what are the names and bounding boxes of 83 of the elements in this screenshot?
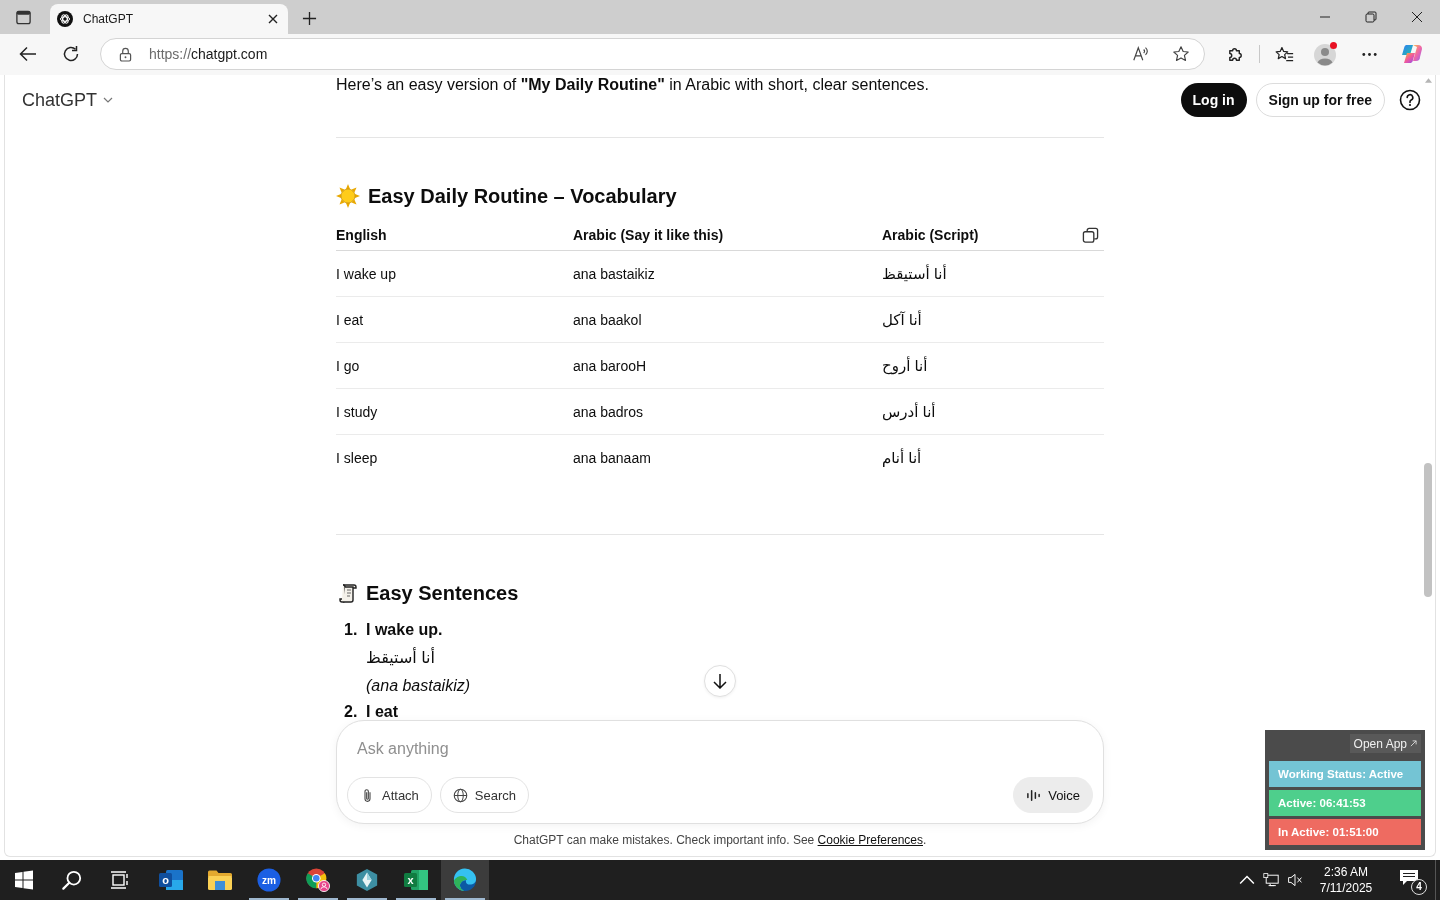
task-view-icon[interactable] [111, 871, 129, 889]
model-menu-button[interactable]: ChatGPT [22, 89, 114, 111]
attach-button[interactable]: Attach [347, 777, 432, 813]
table-cell-text: ana bastaikiz [573, 265, 656, 282]
star-icon[interactable] [1172, 45, 1190, 63]
favorites-icon[interactable] [1275, 44, 1294, 64]
list-number: 1. [344, 620, 359, 640]
search-button[interactable]: Search [439, 777, 530, 813]
video-app-icon: zm [256, 868, 282, 892]
intro-text: Here’s an easy version of "My Daily Routine" in Arabic with short, clear sentences. [336, 75, 930, 95]
back-arrow-icon[interactable] [18, 44, 38, 64]
arrow-down-icon [713, 673, 727, 689]
table-cell-text: I sleep [336, 449, 379, 466]
close-icon[interactable] [268, 14, 278, 24]
tracker-status-row: Active: 06:41:53 [1269, 790, 1421, 816]
sentence-text: I eat [366, 702, 398, 722]
globe-icon [452, 787, 468, 803]
taskbar-button[interactable]: o [147, 860, 195, 900]
open-app-button[interactable]: Open App [1349, 734, 1421, 753]
close-icon[interactable] [1411, 11, 1423, 23]
clock-date[interactable]: 7/11/2025 [1319, 880, 1373, 896]
table-cell-text: أنا أنام [882, 448, 923, 467]
restore-icon[interactable] [1365, 11, 1377, 23]
waveform-icon [1026, 787, 1042, 803]
tracker-status-row: In Active: 01:51:00 [1269, 819, 1421, 845]
table-cell-text: أنا أستيقظ [882, 264, 948, 283]
notification-count-badge: 4 [1411, 879, 1427, 895]
swirl-logo-icon [57, 11, 73, 27]
transliteration-text: (ana bastaikiz) [366, 676, 471, 696]
arabic-text: أنا أستيقظ [366, 646, 435, 668]
scroll-down-button[interactable] [704, 665, 736, 697]
address-bar[interactable]: https://chatgpt.com [100, 38, 1205, 70]
column-header: Arabic (Script) [882, 227, 980, 243]
column-header: English [336, 227, 388, 243]
table-cell-text: ana banaam [573, 449, 652, 466]
copy-icon[interactable] [1082, 226, 1099, 244]
arrow-up-right-icon [1410, 740, 1417, 747]
network-icon[interactable] [1263, 872, 1279, 888]
plus-icon[interactable] [302, 11, 317, 26]
clock-time[interactable]: 2:36 AM [1324, 864, 1368, 880]
table-cell-text: أنا أروح [882, 356, 929, 375]
column-header: Arabic (Say it like this) [573, 227, 725, 243]
table-cell-text: I eat [336, 311, 365, 328]
sun-icon [336, 184, 360, 208]
scroll-icon [336, 581, 360, 605]
refresh-icon[interactable] [61, 44, 81, 64]
message-input[interactable]: Ask anything [357, 737, 1077, 761]
sentence-text: I wake up. [366, 620, 443, 640]
table-cell-text: أنا أدرس [882, 402, 937, 421]
cookie-preferences-link[interactable]: Cookie Preferences [817, 833, 923, 847]
table-cell-text: أنا آكل [882, 310, 923, 329]
section-heading: Easy Daily Routine – Vocabulary [368, 184, 677, 209]
table-cell-text: I wake up [336, 265, 397, 282]
tracker-status-row: Working Status: Active [1269, 761, 1421, 787]
search-icon[interactable] [62, 870, 82, 890]
folder-icon [207, 868, 233, 892]
scrollbar-thumb[interactable] [1424, 463, 1432, 597]
table-cell-text: I go [336, 357, 361, 374]
taskbar-button[interactable]: x [392, 860, 440, 900]
disclaimer-text: ChatGPT can make mistakes. Check important info. See Cookie Preferences. [512, 832, 928, 849]
voice-button[interactable]: Voice [1013, 777, 1093, 813]
login-button[interactable]: Log in [1180, 83, 1247, 117]
section-heading: Easy Sentences [366, 581, 519, 606]
table-cell-text: ana barooH [573, 357, 648, 374]
swirl-browser-icon [452, 868, 478, 892]
lock-icon[interactable] [119, 46, 132, 62]
table-cell-text: ana baakol [573, 311, 643, 328]
taskbar-button[interactable]: zm [245, 860, 293, 900]
table-cell-text: I study [336, 403, 379, 420]
diamond-app-icon [354, 868, 380, 892]
windows-logo-icon[interactable] [14, 870, 34, 890]
help-icon[interactable] [1399, 89, 1421, 111]
profile-avatar-icon[interactable] [1313, 41, 1339, 67]
list-number: 2. [344, 702, 359, 722]
browser-tab[interactable]: ChatGPT [50, 4, 288, 34]
browser-app-icon [305, 868, 331, 892]
muted-speaker-icon[interactable] [1287, 872, 1303, 888]
table-cell-text: ana badros [573, 403, 645, 420]
signup-button[interactable]: Sign up for free [1255, 83, 1385, 117]
tab-actions-icon[interactable] [15, 9, 32, 26]
read-aloud-icon[interactable] [1132, 45, 1150, 63]
chevron-down-icon [103, 97, 114, 103]
colorful-swirl-icon[interactable] [1400, 42, 1424, 66]
